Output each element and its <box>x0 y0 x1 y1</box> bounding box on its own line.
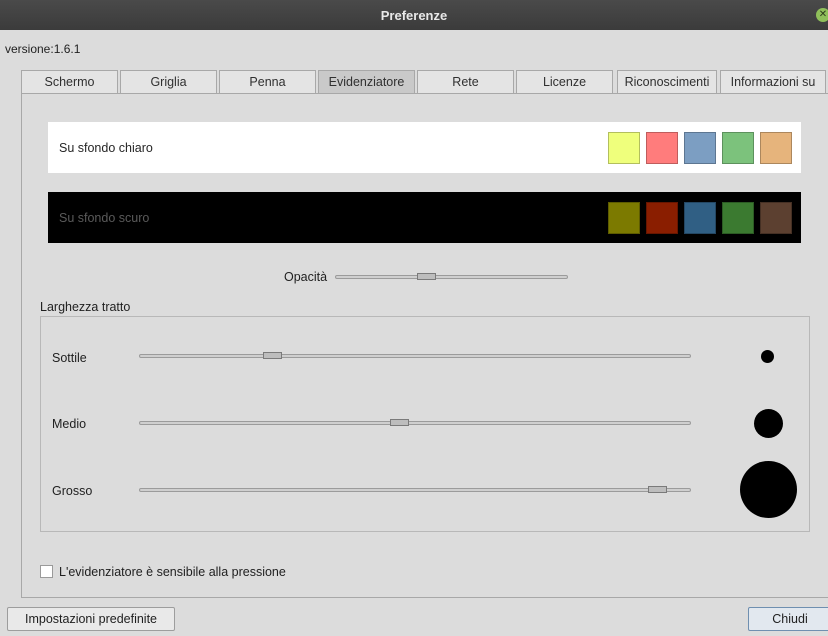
thick-width-slider-handle[interactable] <box>648 486 667 493</box>
dark-swatch-4[interactable] <box>722 201 754 234</box>
medium-width-slider[interactable] <box>139 419 691 426</box>
pressure-checkbox[interactable] <box>40 565 53 578</box>
thick-width-slider[interactable] <box>139 486 691 493</box>
dark-swatch-1[interactable] <box>608 201 640 234</box>
close-button[interactable]: Chiudi <box>748 607 828 631</box>
tab-licenze[interactable]: Licenze <box>516 70 613 93</box>
stroke-width-title: Larghezza tratto <box>40 300 131 314</box>
medium-label: Medio <box>52 417 87 431</box>
dark-swatches <box>608 201 792 234</box>
dark-swatch-2[interactable] <box>646 201 678 234</box>
tab-informazioni[interactable]: Informazioni su <box>720 70 826 93</box>
light-swatch-5[interactable] <box>760 131 792 164</box>
light-row-label: Su sfondo chiaro <box>59 140 153 155</box>
thick-preview-dot <box>740 461 797 518</box>
window-title: Preferenze <box>380 7 448 23</box>
light-swatches <box>608 131 792 164</box>
dark-swatch-5[interactable] <box>760 201 792 234</box>
tab-evidenziatore[interactable]: Evidenziatore <box>318 70 415 93</box>
light-background-row: Su sfondo chiaro <box>48 122 801 173</box>
medium-width-slider-handle[interactable] <box>389 419 409 426</box>
thin-preview-dot <box>761 350 774 363</box>
light-swatch-2[interactable] <box>646 131 678 164</box>
thin-width-slider[interactable] <box>139 352 691 359</box>
light-swatch-3[interactable] <box>684 131 716 164</box>
pressure-checkbox-label[interactable]: L'evidenziatore è sensibile alla pressio… <box>59 565 286 579</box>
tab-schermo[interactable]: Schermo <box>21 70 118 93</box>
close-icon[interactable]: ✕ <box>816 8 828 22</box>
opacity-label: Opacità <box>284 270 328 284</box>
opacity-slider-handle[interactable] <box>417 273 437 280</box>
window-titlebar[interactable]: Preferenze ✕ <box>0 0 828 30</box>
version-label: versione:1.6.1 <box>5 42 81 56</box>
tab-rete[interactable]: Rete <box>417 70 514 93</box>
dark-row-label: Su sfondo scuro <box>59 210 150 225</box>
opacity-slider[interactable] <box>335 273 568 280</box>
light-swatch-4[interactable] <box>722 131 754 164</box>
restore-defaults-button[interactable]: Impostazioni predefinite <box>7 607 175 631</box>
thin-width-slider-handle[interactable] <box>263 352 282 359</box>
tab-penna[interactable]: Penna <box>219 70 316 93</box>
medium-preview-dot <box>754 409 783 438</box>
dark-background-row: Su sfondo scuro <box>48 192 801 243</box>
tab-riconoscimenti[interactable]: Riconoscimenti <box>617 70 717 93</box>
dark-swatch-3[interactable] <box>684 201 716 234</box>
light-swatch-1[interactable] <box>608 131 640 164</box>
tab-griglia[interactable]: Griglia <box>120 70 217 93</box>
thick-label: Grosso <box>52 484 93 498</box>
thin-label: Sottile <box>52 351 87 365</box>
